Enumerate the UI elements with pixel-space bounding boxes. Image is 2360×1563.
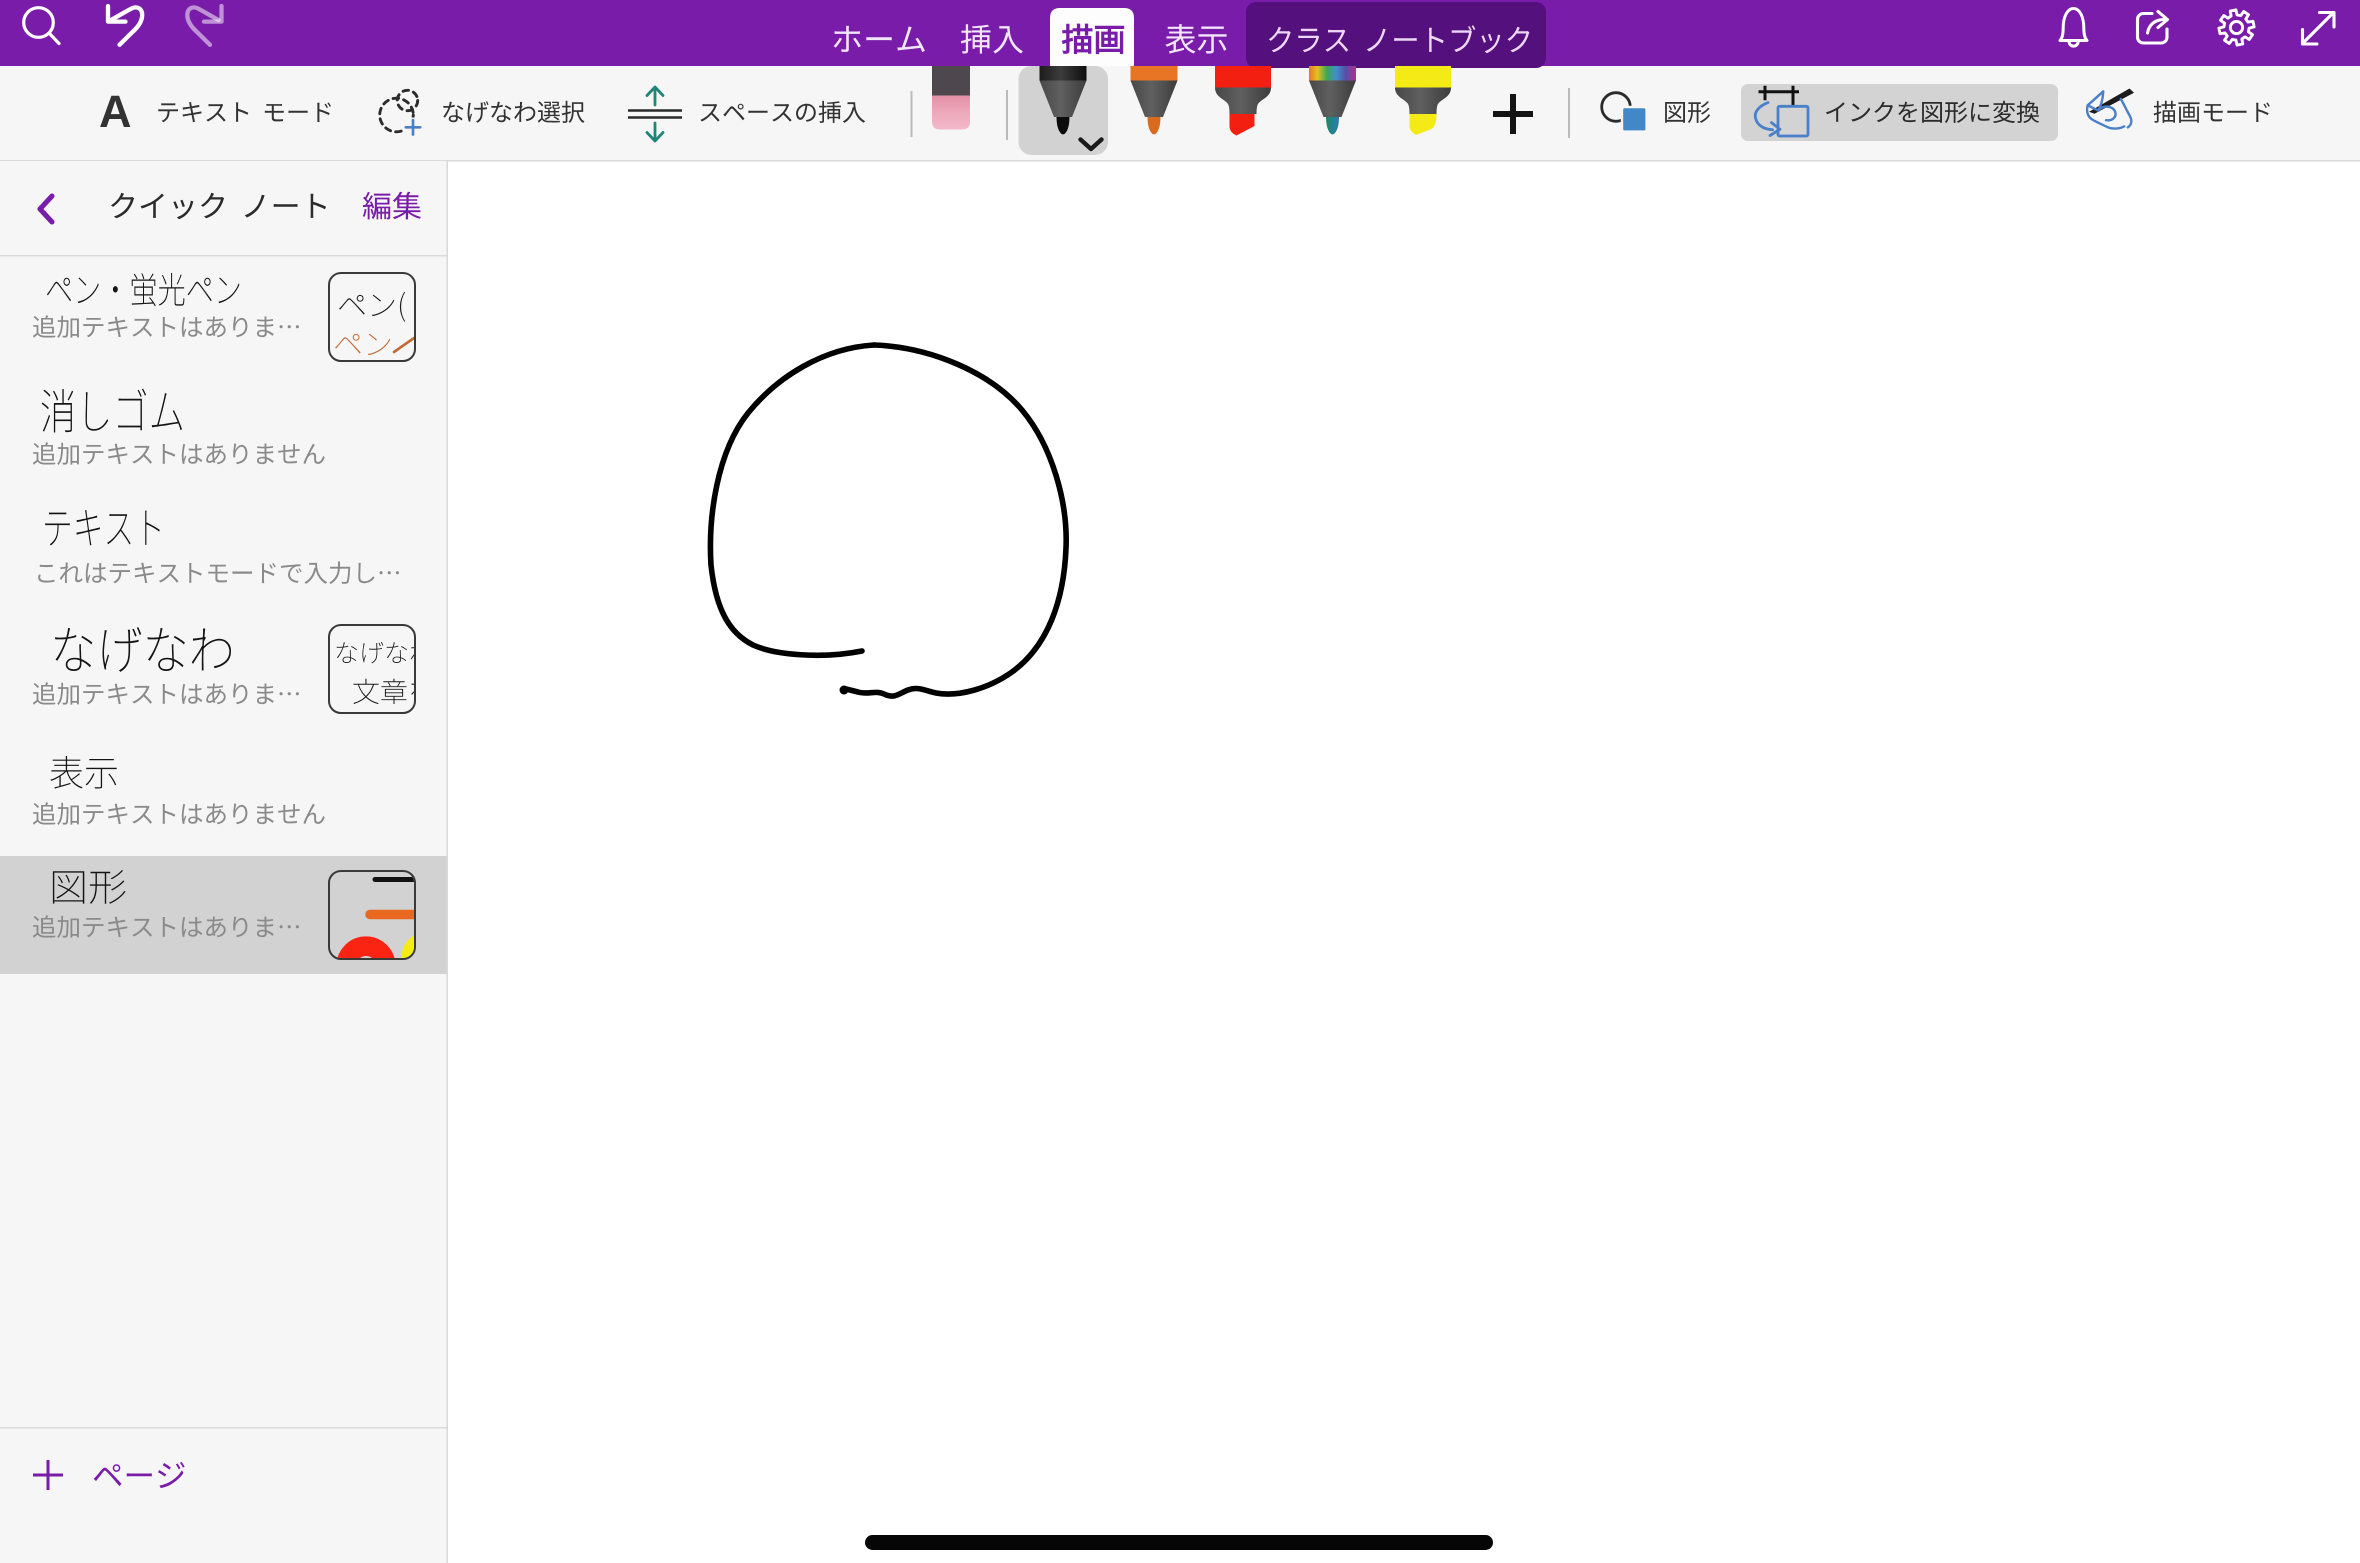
svg-text:A: A: [99, 86, 132, 137]
